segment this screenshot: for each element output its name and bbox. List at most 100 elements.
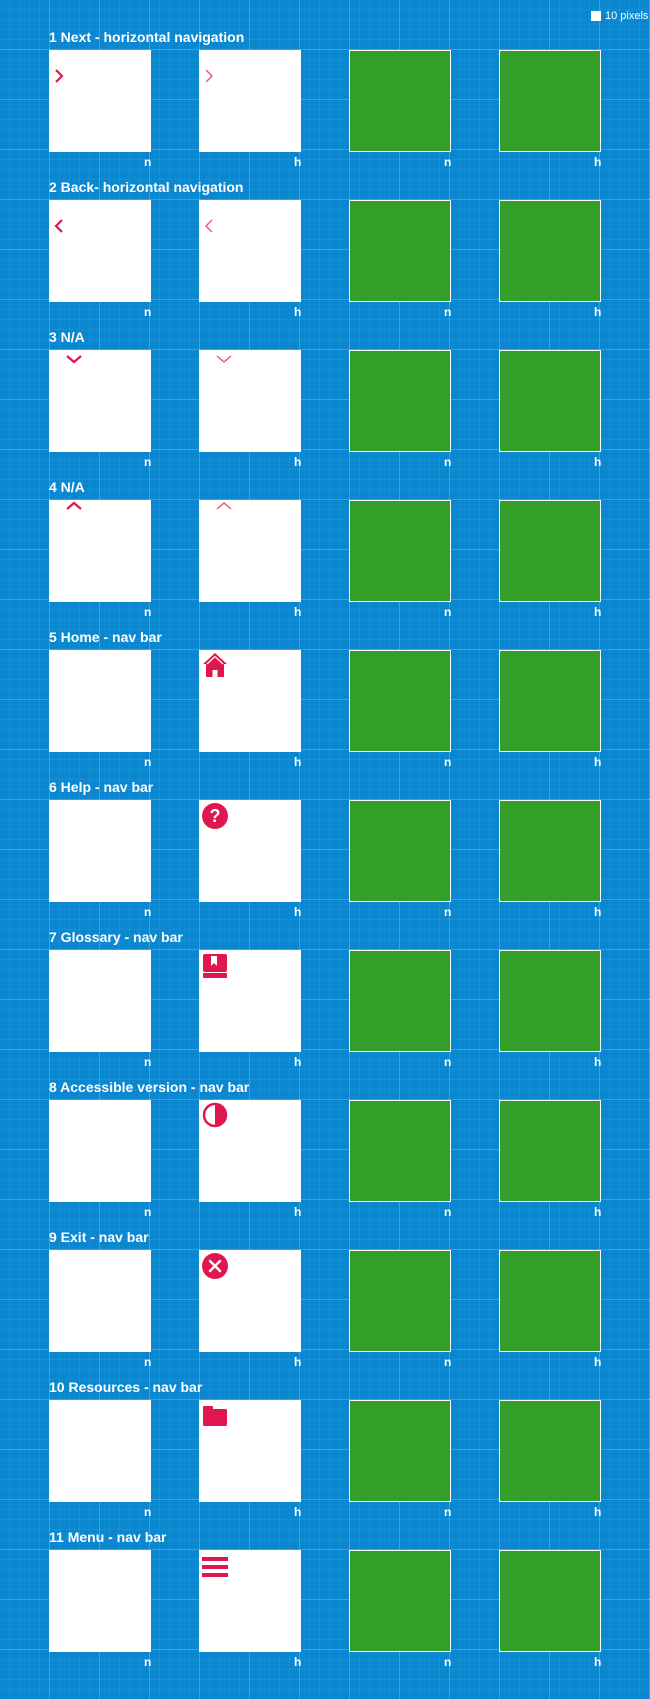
state-label: h <box>594 1655 602 1669</box>
section-title: 1 Next - horizontal navigation <box>49 29 245 45</box>
state-label: n <box>144 305 152 319</box>
section-title: 11 Menu - nav bar <box>49 1529 167 1545</box>
icon-preview-tile-hover <box>199 500 301 602</box>
state-label: n <box>444 155 452 169</box>
section-title: 7 Glossary - nav bar <box>49 929 183 945</box>
state-label: n <box>444 1205 452 1219</box>
chevron-up-icon <box>216 502 232 510</box>
hit-area-tile-hover <box>499 950 601 1052</box>
hit-area-tile-normal <box>349 500 451 602</box>
icon-preview-tile-hover <box>199 650 301 752</box>
state-label: h <box>294 905 302 919</box>
chevron-up-icon <box>66 501 82 510</box>
hit-area-tile-hover <box>499 1550 601 1652</box>
icon-section: 9 Exit - nav bar n h n h <box>0 1229 650 1381</box>
state-label: n <box>444 1655 452 1669</box>
state-label: h <box>294 755 302 769</box>
section-title: 9 Exit - nav bar <box>49 1229 149 1245</box>
icon-preview-tile-hover: ? <box>199 800 301 902</box>
icon-preview-tile-hover <box>199 1400 301 1502</box>
book-icon <box>203 954 227 978</box>
state-label: n <box>444 1055 452 1069</box>
hit-area-tile-normal <box>349 650 451 752</box>
icon-section: 6 Help - nav bar n ? h n h <box>0 779 650 931</box>
state-label: n <box>444 1505 452 1519</box>
hit-area-tile-hover <box>499 200 601 302</box>
exit-icon <box>202 1253 228 1279</box>
state-label: n <box>144 1205 152 1219</box>
icon-section: 1 Next - horizontal navigation n h n h <box>0 29 650 181</box>
section-title: 2 Back- horizontal navigation <box>49 179 244 195</box>
icon-preview-tile-hover <box>199 350 301 452</box>
icon-preview-tile-hover <box>199 200 301 302</box>
state-label: h <box>294 1055 302 1069</box>
state-label: h <box>294 1655 302 1669</box>
icon-preview-tile-normal <box>49 500 151 602</box>
state-label: h <box>594 1505 602 1519</box>
state-label: h <box>294 455 302 469</box>
legend: 10 pixels <box>591 10 648 22</box>
icon-preview-tile-normal <box>49 1100 151 1202</box>
section-title: 4 N/A <box>49 479 85 495</box>
hit-area-tile-hover <box>499 1250 601 1352</box>
state-label: n <box>144 455 152 469</box>
legend-swatch <box>591 11 601 21</box>
icon-preview-tile-normal <box>49 1400 151 1502</box>
state-label: n <box>144 605 152 619</box>
icon-section: 10 Resources - nav bar n h n h <box>0 1379 650 1531</box>
icon-preview-tile-normal <box>49 50 151 152</box>
state-label: h <box>594 305 602 319</box>
chevron-left-icon <box>205 219 213 233</box>
chevron-right-icon <box>55 69 64 83</box>
icon-preview-tile-normal <box>49 200 151 302</box>
hit-area-tile-normal <box>349 1400 451 1502</box>
hit-area-tile-normal <box>349 350 451 452</box>
icon-preview-tile-normal <box>49 650 151 752</box>
hit-area-tile-hover <box>499 350 601 452</box>
hit-area-tile-hover <box>499 650 601 752</box>
state-label: h <box>594 455 602 469</box>
state-label: n <box>144 1355 152 1369</box>
hit-area-tile-normal <box>349 50 451 152</box>
hit-area-tile-normal <box>349 1550 451 1652</box>
menu-icon <box>202 1557 228 1577</box>
hit-area-tile-hover <box>499 1100 601 1202</box>
icon-section: 5 Home - nav bar n h n h <box>0 629 650 781</box>
hit-area-tile-hover <box>499 50 601 152</box>
state-label: n <box>444 605 452 619</box>
icon-preview-tile-hover <box>199 1550 301 1652</box>
section-title: 5 Home - nav bar <box>49 629 162 645</box>
state-label: h <box>594 755 602 769</box>
state-label: n <box>444 905 452 919</box>
chevron-down-icon <box>216 355 232 363</box>
hit-area-tile-hover <box>499 800 601 902</box>
state-label: h <box>294 605 302 619</box>
icon-section: 8 Accessible version - nav bar n h n h <box>0 1079 650 1231</box>
state-label: h <box>294 155 302 169</box>
help-icon: ? <box>202 803 228 829</box>
state-label: h <box>594 155 602 169</box>
hit-area-tile-normal <box>349 200 451 302</box>
legend-label: 10 pixels <box>605 10 649 22</box>
state-label: h <box>294 1205 302 1219</box>
section-title: 6 Help - nav bar <box>49 779 154 795</box>
hit-area-tile-hover <box>499 500 601 602</box>
state-label: h <box>294 305 302 319</box>
state-label: h <box>594 1205 602 1219</box>
state-label: h <box>594 905 602 919</box>
hit-area-tile-normal <box>349 950 451 1052</box>
state-label: h <box>594 1055 602 1069</box>
section-title: 10 Resources - nav bar <box>49 1379 203 1395</box>
state-label: n <box>144 155 152 169</box>
section-title: 3 N/A <box>49 329 85 345</box>
state-label: n <box>444 305 452 319</box>
state-label: h <box>594 605 602 619</box>
contrast-icon <box>202 1102 228 1128</box>
svg-text:?: ? <box>210 806 221 826</box>
icon-section: 7 Glossary - nav bar n h n h <box>0 929 650 1081</box>
home-icon <box>203 653 227 677</box>
icon-preview-tile-hover <box>199 950 301 1052</box>
icon-preview-tile-normal <box>49 1550 151 1652</box>
state-label: n <box>144 905 152 919</box>
hit-area-tile-normal <box>349 1250 451 1352</box>
